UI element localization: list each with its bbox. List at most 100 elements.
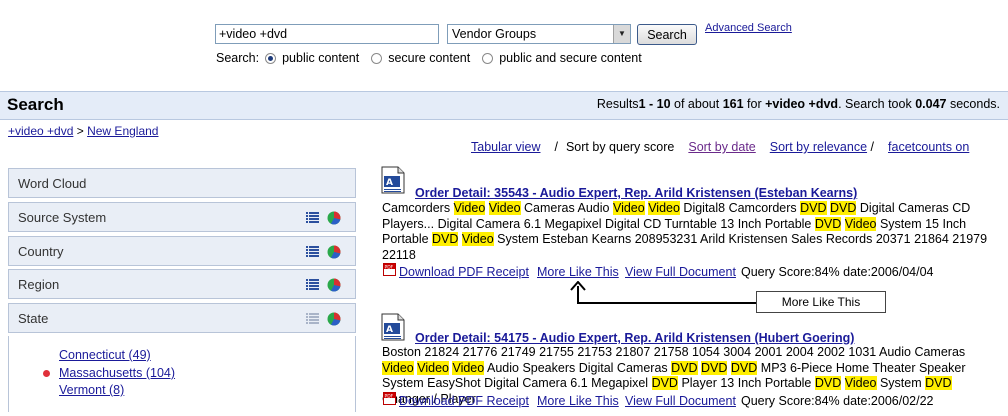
more-like-this-link[interactable]: More Like This [537,265,619,279]
scope-radio-both[interactable] [482,52,494,64]
list-view-icon[interactable] [306,212,319,223]
search-input[interactable] [215,24,439,44]
state-value-massachusetts[interactable]: Massachusetts (104) [59,366,175,380]
highlighted-term: DVD [651,376,678,390]
scope-label-secure: secure content [388,51,471,65]
results-of-about: of about [674,97,720,111]
state-facet-values: Connecticut (49) Massachusetts (104) Ver… [8,336,356,412]
list-view-icon[interactable] [306,279,319,290]
facet-label: Source System [18,210,107,225]
view-full-document-link[interactable]: View Full Document [625,265,736,279]
svg-text:A: A [386,325,393,335]
view-full-document-link[interactable]: View Full Document [625,394,736,408]
facet-label: Region [18,277,60,292]
selected-dot-icon [43,370,50,377]
state-value-vermont[interactable]: Vermont (8) [59,383,124,397]
highlighted-term: Video [382,360,414,375]
results-prefix: Results [596,97,639,111]
highlighted-term: Video [452,360,485,375]
result-title-link[interactable]: Order Detail: 54175 - Audio Expert, Rep.… [415,331,854,345]
highlighted-term: DVD [701,360,728,375]
facet-region[interactable]: Region [8,269,356,299]
download-pdf-link[interactable]: Download PDF Receipt [399,265,529,279]
snippet-text: Cameras Audio [520,201,613,215]
result-title-link[interactable]: Order Detail: 35543 - Audio Expert, Rep.… [415,186,857,200]
more-like-this-link[interactable]: More Like This [537,394,619,408]
sort-separator-2: / [870,140,875,154]
tabular-view-link[interactable]: Tabular view [471,140,540,154]
pdf-icon: PDF [383,392,396,405]
vendor-groups-select[interactable]: Vendor Groups ▼ [447,24,631,44]
highlighted-term: DVD [814,376,842,390]
scope-radio-secure[interactable] [371,52,383,64]
svg-text:PDF: PDF [385,265,394,271]
facet-source-system[interactable]: Source System [8,202,356,232]
snippet-text: Camcorders [382,201,454,215]
breadcrumb: +video +dvd > New England [8,124,158,138]
breadcrumb-query-link[interactable]: +video +dvd [8,124,73,138]
pie-chart-icon[interactable] [327,278,341,292]
results-time: 0.047 [915,97,947,111]
facet-label: Word Cloud [18,176,87,191]
facet-word-cloud[interactable]: Word Cloud [8,168,356,198]
results-range: 1 - 10 [638,97,671,111]
query-score: Query Score:84% date:2006/02/22 [741,394,934,408]
result-snippet: Camcorders Video Video Cameras Audio Vid… [382,201,992,263]
highlighted-term: DVD [925,376,952,390]
highlighted-term: Video [461,232,494,246]
breadcrumb-separator: > [76,124,84,138]
more-like-this-callout: More Like This [756,291,886,313]
results-seconds: seconds. [949,97,1000,111]
highlighted-term: Video [453,201,486,215]
sort-by-date-link[interactable]: Sort by date [688,140,755,154]
breadcrumb-region-link[interactable]: New England [87,124,158,138]
snippet-text: Boston 21824 21776 21749 21755 21753 218… [382,345,966,359]
highlighted-term: Video [844,216,877,231]
state-value-connecticut[interactable]: Connecticut (49) [59,348,151,362]
highlighted-term: DVD [800,201,827,215]
download-pdf-link[interactable]: Download PDF Receipt [399,394,529,408]
facet-label: Country [18,244,64,259]
highlighted-term: DVD [730,360,758,375]
scope-radio-public[interactable] [265,52,277,64]
highlighted-term: DVD [830,201,857,215]
search-button[interactable]: Search [637,24,697,45]
chevron-down-icon[interactable]: ▼ [613,25,630,43]
snippet-text: Digital8 Camcorders [679,201,801,215]
highlighted-term: DVD [432,232,459,246]
pie-chart-icon[interactable] [327,211,341,225]
pdf-icon: PDF [383,263,396,276]
sort-by-relevance-link[interactable]: Sort by relevance [770,140,867,154]
pie-chart-icon[interactable] [327,312,341,326]
search-header-band: Search Results1 - 10 of about 161 for +v… [0,91,1008,120]
highlighted-term: Video [612,201,645,215]
results-took: . Search took [838,97,912,111]
callout-arrow [570,281,756,304]
sort-separator: / [554,140,558,154]
advanced-search-link[interactable]: Advanced Search [705,22,792,34]
scope-label-both: public and secure content [499,51,642,65]
highlighted-term: Video [844,376,877,390]
facet-country[interactable]: Country [8,236,356,266]
list-view-icon[interactable] [306,313,319,324]
snippet-text: System [876,376,926,390]
facetcounts-link[interactable]: facetcounts on [888,140,969,154]
facet-state[interactable]: State [8,303,356,333]
search-scope-row: Search: public content secure content pu… [216,51,642,65]
scope-label-public: public content [282,51,360,65]
results-summary: Results1 - 10 of about 161 for +video +d… [597,97,1000,111]
document-icon: A [381,313,405,341]
sort-by-query-score: Sort by query score [565,140,675,154]
page-title: Search [7,95,64,114]
sort-options: Tabular view / Sort by query score Sort … [471,140,969,154]
highlighted-term: Video [488,201,521,215]
results-total: 161 [722,97,744,111]
results-query: +video +dvd [765,97,839,111]
document-icon: A [381,166,405,194]
highlighted-term: Video [648,201,680,215]
facet-label: State [18,311,49,326]
list-view-icon[interactable] [306,246,319,257]
pie-chart-icon[interactable] [327,245,341,259]
highlighted-term: Video [417,360,449,375]
svg-text:PDF: PDF [385,394,394,400]
